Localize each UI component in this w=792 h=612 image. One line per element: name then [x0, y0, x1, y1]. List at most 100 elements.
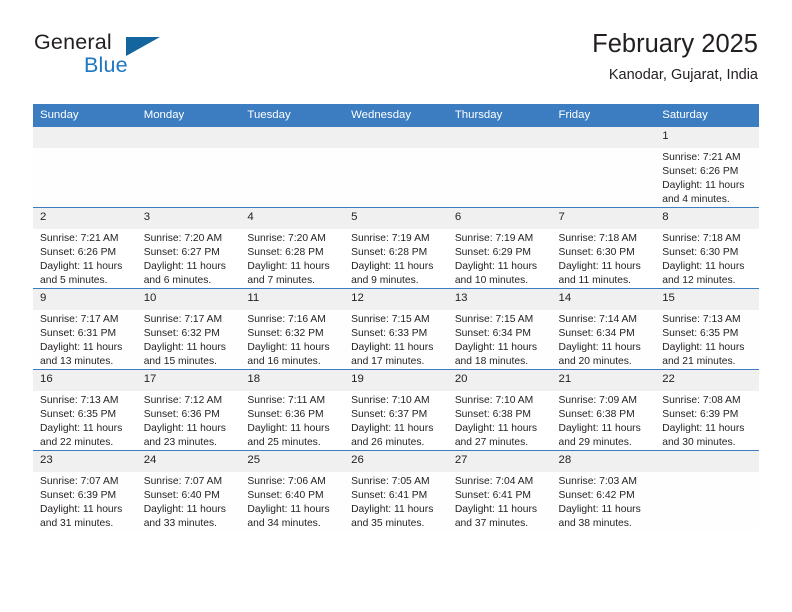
calendar-cell-empty [447, 126, 552, 208]
sunrise-text: Sunrise: 7:19 AM [351, 233, 430, 244]
calendar-cell-inner: 2 Sunrise: 7:21 AM Sunset: 6:26 PM Daylight… [33, 208, 137, 288]
day-number [551, 127, 656, 148]
calendar-day-cell[interactable]: 24 Sunrise: 7:07 AM Sunset: 6:40 PM Dayligh… [136, 450, 241, 531]
calendar-day-cell[interactable]: 7 Sunrise: 7:18 AM Sunset: 6:30 PM Daylight… [551, 207, 656, 289]
calendar-day-cell[interactable]: 13 Sunrise: 7:15 AM Sunset: 6:34 PM Dayligh… [447, 288, 552, 370]
sunset-text: Sunset: 6:40 PM [247, 490, 324, 501]
calendar-day-cell[interactable]: 14 Sunrise: 7:14 AM Sunset: 6:34 PM Dayligh… [551, 288, 656, 370]
day-details: Sunrise: 7:03 AM Sunset: 6:42 PM Daylight:… [552, 472, 656, 531]
day-details: Sunrise: 7:07 AM Sunset: 6:40 PM Daylight:… [137, 472, 241, 531]
weekday-header-thursday: Thursday [447, 104, 552, 127]
daylight-text: Daylight: 11 hours and 38 minutes. [558, 504, 641, 529]
sunset-text: Sunset: 6:35 PM [40, 409, 117, 420]
sunset-text: Sunset: 6:27 PM [143, 247, 220, 258]
sunset-text: Sunset: 6:29 PM [454, 247, 531, 258]
calendar-day-cell[interactable]: 10 Sunrise: 7:17 AM Sunset: 6:32 PM Dayligh… [136, 288, 241, 370]
daylight-text: Daylight: 11 hours and 15 minutes. [143, 342, 226, 367]
sunset-text: Sunset: 6:38 PM [454, 409, 531, 420]
calendar-cell-empty [240, 126, 345, 208]
day-details: Sunrise: 7:18 AM Sunset: 6:30 PM Daylight:… [655, 229, 759, 288]
calendar-cell-inner: 20 Sunrise: 7:10 AM Sunset: 6:38 PM Dayligh… [447, 370, 552, 450]
calendar-day-cell[interactable]: 15 Sunrise: 7:13 AM Sunset: 6:35 PM Dayligh… [655, 288, 759, 370]
day-number: 2 [33, 208, 137, 229]
calendar-day-cell[interactable]: 11 Sunrise: 7:16 AM Sunset: 6:32 PM Dayligh… [240, 288, 345, 370]
calendar-day-cell[interactable]: 2 Sunrise: 7:21 AM Sunset: 6:26 PM Daylight… [33, 207, 137, 289]
calendar-day-cell[interactable]: 26 Sunrise: 7:05 AM Sunset: 6:41 PM Dayligh… [344, 450, 448, 531]
day-details: Sunrise: 7:12 AM Sunset: 6:36 PM Daylight:… [137, 391, 241, 450]
calendar-day-cell[interactable]: 19 Sunrise: 7:10 AM Sunset: 6:37 PM Dayligh… [344, 369, 448, 451]
sunrise-text: Sunrise: 7:20 AM [247, 233, 326, 244]
calendar-day-cell[interactable]: 8 Sunrise: 7:18 AM Sunset: 6:30 PM Daylight… [655, 207, 759, 289]
day-number [33, 127, 137, 148]
calendar-day-cell[interactable]: 18 Sunrise: 7:11 AM Sunset: 6:36 PM Dayligh… [240, 369, 345, 451]
calendar-cell-empty [344, 126, 448, 208]
sunrise-text: Sunrise: 7:12 AM [143, 395, 223, 406]
sunset-text: Sunset: 6:38 PM [558, 409, 635, 420]
day-details: Sunrise: 7:19 AM Sunset: 6:28 PM Daylight:… [344, 229, 448, 288]
sunset-text: Sunset: 6:36 PM [247, 409, 324, 420]
sunset-text: Sunset: 6:28 PM [351, 247, 428, 258]
page-title: February 2025 [592, 30, 758, 58]
day-number: 8 [655, 208, 759, 229]
daylight-text: Daylight: 11 hours and 35 minutes. [351, 504, 434, 529]
daylight-text: Daylight: 11 hours and 11 minutes. [558, 261, 641, 286]
calendar-day-cell[interactable]: 17 Sunrise: 7:12 AM Sunset: 6:36 PM Dayligh… [136, 369, 241, 451]
calendar-day-cell[interactable]: 28 Sunrise: 7:03 AM Sunset: 6:42 PM Dayligh… [551, 450, 656, 531]
day-details: Sunrise: 7:15 AM Sunset: 6:33 PM Daylight:… [344, 310, 448, 369]
calendar-grid: Sunday Monday Tuesday Wednesday Thursday Frid… [33, 104, 759, 531]
day-number [447, 127, 552, 148]
calendar-cell-inner [551, 127, 656, 207]
daylight-text: Daylight: 11 hours and 37 minutes. [454, 504, 538, 529]
sunrise-text: Sunrise: 7:17 AM [143, 314, 223, 325]
calendar-cell-inner [33, 127, 137, 207]
calendar-cell-inner: 6 Sunrise: 7:19 AM Sunset: 6:29 PM Daylight… [447, 208, 552, 288]
weekday-header-monday: Monday [136, 104, 241, 127]
daylight-text: Daylight: 11 hours and 29 minutes. [558, 423, 641, 448]
day-details: Sunrise: 7:06 AM Sunset: 6:40 PM Daylight:… [240, 472, 344, 531]
weekday-header-wednesday: Wednesday [344, 104, 448, 127]
calendar-day-cell[interactable]: 1 Sunrise: 7:21 AM Sunset: 6:26 PM Daylight… [655, 126, 759, 208]
sunset-text: Sunset: 6:41 PM [351, 490, 428, 501]
calendar-week-row: 23 Sunrise: 7:07 AM Sunset: 6:39 PM Dayligh… [33, 450, 759, 531]
sunrise-text: Sunrise: 7:08 AM [662, 395, 741, 406]
calendar-cell-inner: 11 Sunrise: 7:16 AM Sunset: 6:32 PM Dayligh… [240, 289, 345, 369]
sunset-text: Sunset: 6:35 PM [662, 328, 739, 339]
calendar-day-cell[interactable]: 5 Sunrise: 7:19 AM Sunset: 6:28 PM Daylight… [344, 207, 448, 289]
calendar-day-cell[interactable]: 16 Sunrise: 7:13 AM Sunset: 6:35 PM Dayligh… [33, 369, 137, 451]
day-number: 23 [33, 451, 137, 472]
calendar-day-cell[interactable]: 21 Sunrise: 7:09 AM Sunset: 6:38 PM Dayligh… [551, 369, 656, 451]
calendar-cell-inner: 5 Sunrise: 7:19 AM Sunset: 6:28 PM Daylight… [344, 208, 448, 288]
sunset-text: Sunset: 6:42 PM [558, 490, 635, 501]
calendar-day-cell[interactable]: 25 Sunrise: 7:06 AM Sunset: 6:40 PM Dayligh… [240, 450, 345, 531]
calendar-day-cell[interactable]: 22 Sunrise: 7:08 AM Sunset: 6:39 PM Dayligh… [655, 369, 759, 451]
day-details: Sunrise: 7:10 AM Sunset: 6:38 PM Daylight:… [448, 391, 552, 450]
day-details: Sunrise: 7:21 AM Sunset: 6:26 PM Daylight:… [33, 229, 137, 288]
daylight-text: Daylight: 11 hours and 5 minutes. [40, 261, 123, 286]
day-number: 15 [655, 289, 759, 310]
calendar-day-cell[interactable]: 23 Sunrise: 7:07 AM Sunset: 6:39 PM Dayligh… [33, 450, 137, 531]
calendar-cell-inner [655, 451, 759, 531]
weekday-header-row: Sunday Monday Tuesday Wednesday Thursday Frid… [33, 104, 759, 127]
sunrise-text: Sunrise: 7:16 AM [247, 314, 326, 325]
calendar-day-cell[interactable]: 6 Sunrise: 7:19 AM Sunset: 6:29 PM Daylight… [447, 207, 552, 289]
calendar-day-cell[interactable]: 20 Sunrise: 7:10 AM Sunset: 6:38 PM Dayligh… [447, 369, 552, 451]
day-details: Sunrise: 7:19 AM Sunset: 6:29 PM Daylight:… [448, 229, 552, 288]
calendar-cell-inner: 27 Sunrise: 7:04 AM Sunset: 6:41 PM Dayligh… [447, 451, 552, 531]
sunrise-text: Sunrise: 7:21 AM [40, 233, 119, 244]
page-subtitle: Kanodar, Gujarat, India [608, 67, 758, 84]
calendar-day-cell[interactable]: 27 Sunrise: 7:04 AM Sunset: 6:41 PM Dayligh… [447, 450, 552, 531]
day-details: Sunrise: 7:21 AM Sunset: 6:26 PM Daylight:… [655, 148, 759, 207]
calendar-page: General Blue February 2025 Kanodar, Guja… [0, 0, 792, 612]
calendar-cell-inner [240, 127, 345, 207]
day-details: Sunrise: 7:17 AM Sunset: 6:31 PM Daylight:… [33, 310, 137, 369]
sunrise-text: Sunrise: 7:13 AM [40, 395, 119, 406]
calendar-week-row: 1 Sunrise: 7:21 AM Sunset: 6:26 PM Daylight… [33, 126, 759, 208]
calendar-day-cell[interactable]: 12 Sunrise: 7:15 AM Sunset: 6:33 PM Dayligh… [344, 288, 448, 370]
day-details: Sunrise: 7:11 AM Sunset: 6:36 PM Daylight:… [240, 391, 344, 450]
calendar-day-cell[interactable]: 9 Sunrise: 7:17 AM Sunset: 6:31 PM Daylight… [33, 288, 137, 370]
sunrise-text: Sunrise: 7:10 AM [351, 395, 430, 406]
daylight-text: Daylight: 11 hours and 25 minutes. [247, 423, 330, 448]
calendar-day-cell[interactable]: 4 Sunrise: 7:20 AM Sunset: 6:28 PM Daylight… [240, 207, 345, 289]
day-number: 26 [344, 451, 448, 472]
calendar-day-cell[interactable]: 3 Sunrise: 7:20 AM Sunset: 6:27 PM Daylight… [136, 207, 241, 289]
